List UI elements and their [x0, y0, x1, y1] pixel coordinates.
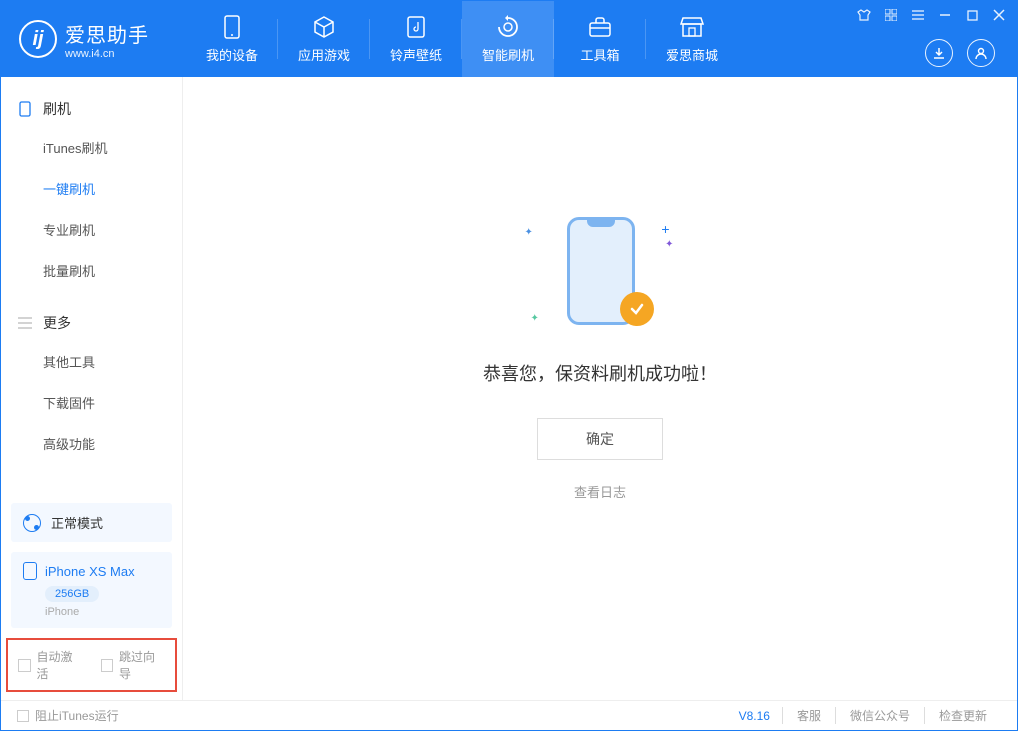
- mode-indicator[interactable]: 正常模式: [11, 503, 172, 542]
- sidebar-item-batch-flash[interactable]: 批量刷机: [1, 250, 182, 291]
- nav-label: 爱思商城: [666, 45, 718, 64]
- nav-tab-ringtones[interactable]: 铃声壁纸: [370, 1, 462, 77]
- sidebar-item-itunes-flash[interactable]: iTunes刷机: [1, 127, 182, 168]
- sidebar-item-advanced[interactable]: 高级功能: [1, 423, 182, 464]
- footer-link-wechat[interactable]: 微信公众号: [835, 707, 924, 724]
- refresh-icon: [496, 15, 520, 39]
- sidebar-section-flash: 刷机: [1, 91, 182, 127]
- menu-icon[interactable]: [910, 7, 926, 23]
- footer-link-check-update[interactable]: 检查更新: [924, 707, 1001, 724]
- options-highlighted: 自动激活 跳过向导: [6, 638, 177, 692]
- device-type: iPhone: [45, 606, 160, 618]
- sidebar-item-pro-flash[interactable]: 专业刷机: [1, 209, 182, 250]
- sparkle-icon: ✦: [665, 239, 673, 250]
- nav-label: 智能刷机: [482, 45, 534, 64]
- nav-label: 应用游戏: [298, 45, 350, 64]
- ok-button[interactable]: 确定: [537, 418, 663, 460]
- success-message: 恭喜您，保资料刷机成功啦！: [483, 360, 717, 386]
- nav-tab-store[interactable]: 爱思商城: [646, 1, 738, 77]
- logo-area: ij 爱思助手 www.i4.cn: [1, 19, 186, 60]
- block-itunes-label: 阻止iTunes运行: [35, 707, 119, 724]
- section-title: 刷机: [43, 99, 71, 119]
- shirt-icon[interactable]: [856, 7, 872, 23]
- sidebar-section-more: 更多: [1, 305, 182, 341]
- minimize-button[interactable]: [937, 7, 953, 23]
- footer-link-support[interactable]: 客服: [782, 707, 835, 724]
- device-icon: [220, 15, 244, 39]
- nav-tabs: 我的设备 应用游戏 铃声壁纸 智能刷机 工具箱 爱思商城: [186, 1, 738, 77]
- download-icon[interactable]: [925, 39, 953, 67]
- device-storage-badge: 256GB: [45, 586, 99, 602]
- cube-icon: [312, 15, 336, 39]
- nav-tab-smart-flash[interactable]: 智能刷机: [462, 1, 554, 77]
- maximize-button[interactable]: [964, 7, 980, 23]
- phone-small-icon: [23, 562, 37, 580]
- sparkle-icon: ✦: [525, 227, 533, 238]
- app-title: 爱思助手: [65, 19, 149, 48]
- close-button[interactable]: [991, 7, 1007, 23]
- device-panel[interactable]: iPhone XS Max 256GB iPhone: [11, 552, 172, 628]
- nav-label: 我的设备: [206, 45, 258, 64]
- option-label: 自动激活: [37, 648, 83, 682]
- mode-label: 正常模式: [51, 513, 103, 532]
- sparkle-icon: ✦: [531, 313, 539, 324]
- checkmark-badge-icon: [620, 292, 654, 326]
- checkbox-icon: [17, 710, 29, 722]
- user-icon[interactable]: [967, 39, 995, 67]
- sidebar-item-other-tools[interactable]: 其他工具: [1, 341, 182, 382]
- music-icon: [404, 15, 428, 39]
- nav-label: 工具箱: [580, 45, 619, 64]
- phone-icon: [17, 101, 33, 117]
- option-skip-guide[interactable]: 跳过向导: [101, 648, 166, 682]
- window-controls: [856, 7, 1007, 23]
- app-subtitle: www.i4.cn: [65, 48, 149, 60]
- success-illustration: ✦ ✦ + ✦: [553, 217, 648, 332]
- option-auto-activate[interactable]: 自动激活: [18, 648, 83, 682]
- nav-tab-apps-games[interactable]: 应用游戏: [278, 1, 370, 77]
- app-header: ij 爱思助手 www.i4.cn 我的设备 应用游戏 铃声壁纸 智能刷机 工具…: [1, 1, 1017, 77]
- status-bar: 阻止iTunes运行 V8.16 客服 微信公众号 检查更新: [1, 700, 1017, 730]
- sidebar-item-oneclick-flash[interactable]: 一键刷机: [1, 168, 182, 209]
- checkbox-icon: [18, 659, 31, 672]
- main-content: ✦ ✦ + ✦ 恭喜您，保资料刷机成功啦！ 确定 查看日志: [183, 77, 1017, 700]
- nav-tab-my-device[interactable]: 我的设备: [186, 1, 278, 77]
- toolbox-icon: [588, 15, 612, 39]
- sparkle-icon: +: [661, 221, 669, 237]
- sidebar-item-download-firmware[interactable]: 下载固件: [1, 382, 182, 423]
- logo-icon: ij: [19, 20, 57, 58]
- sidebar: 刷机 iTunes刷机 一键刷机 专业刷机 批量刷机 更多 其他工具 下载固件 …: [1, 77, 183, 700]
- block-itunes-option[interactable]: 阻止iTunes运行: [17, 707, 119, 724]
- list-icon: [17, 315, 33, 331]
- view-log-link[interactable]: 查看日志: [574, 482, 626, 501]
- nav-tab-toolbox[interactable]: 工具箱: [554, 1, 646, 77]
- section-title: 更多: [43, 313, 71, 333]
- store-icon: [680, 15, 704, 39]
- grid-icon[interactable]: [883, 7, 899, 23]
- mode-icon: [23, 514, 41, 532]
- option-label: 跳过向导: [119, 648, 165, 682]
- nav-label: 铃声壁纸: [390, 45, 442, 64]
- checkbox-icon: [101, 659, 114, 672]
- version-label: V8.16: [739, 709, 770, 723]
- device-name: iPhone XS Max: [45, 564, 135, 579]
- header-action-icons: [925, 39, 995, 67]
